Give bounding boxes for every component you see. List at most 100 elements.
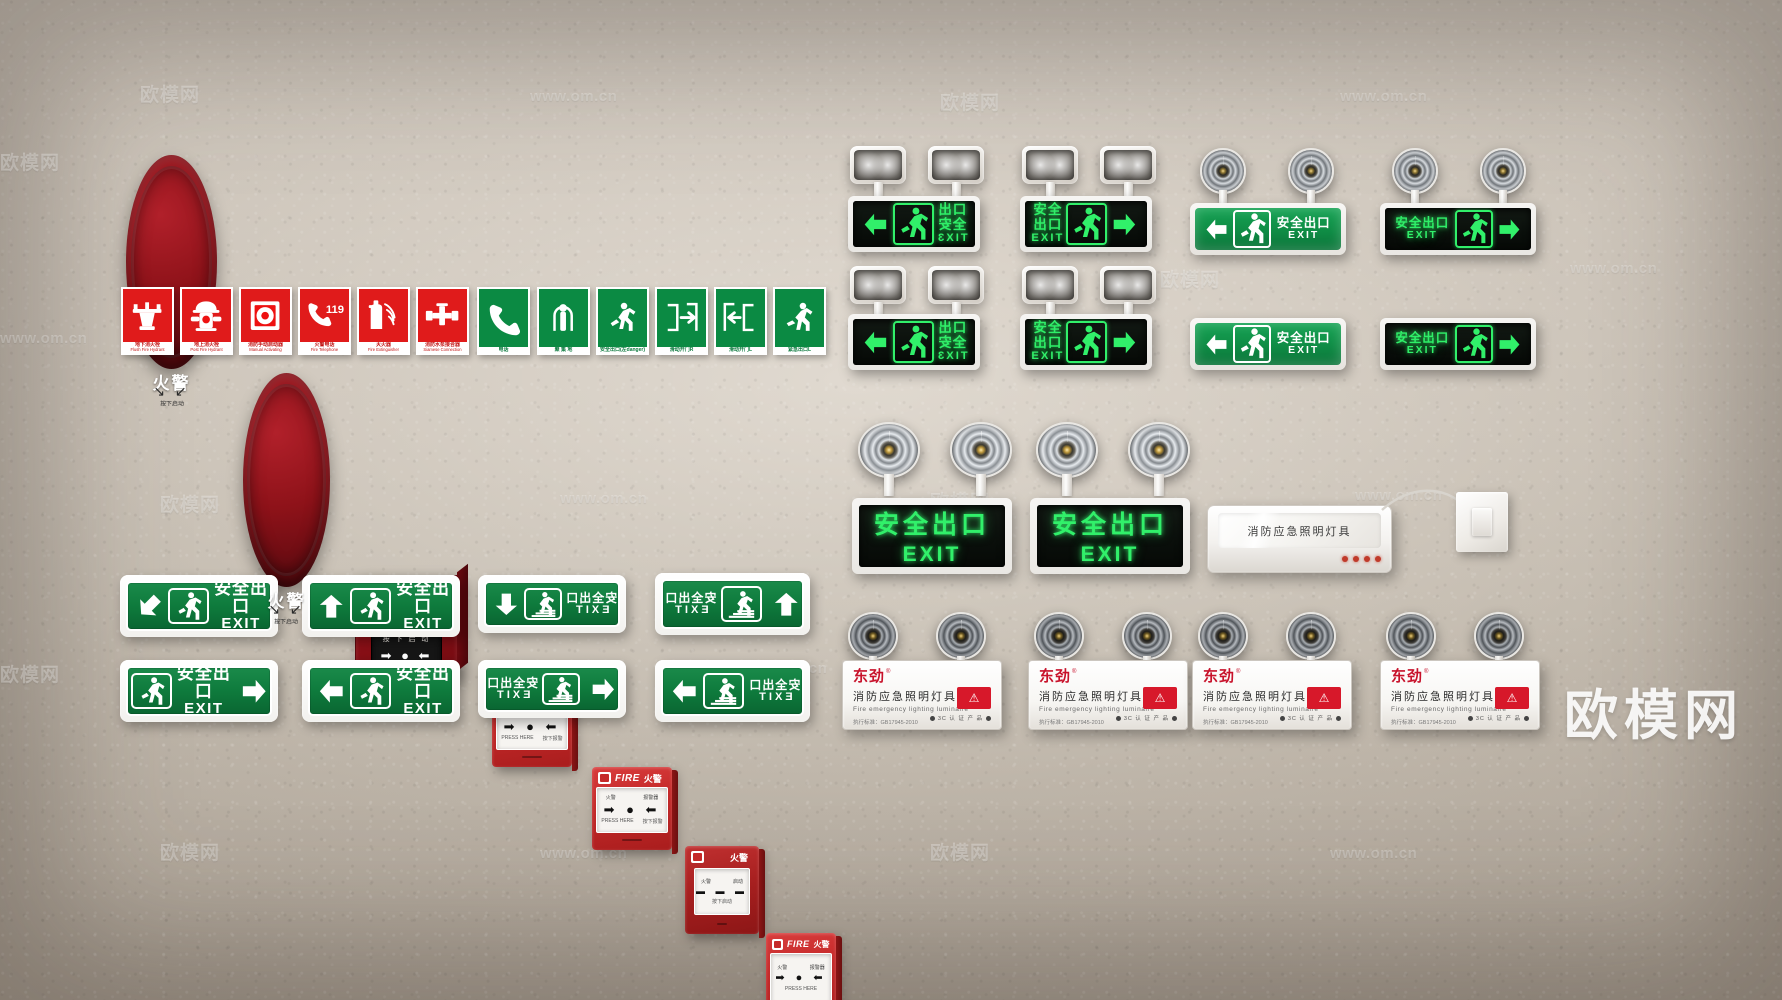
combo-exit-lamp-1[interactable]: 口出全安 TIX3 [848,196,980,252]
combo-exit-lamp-3[interactable]: 安全出口 EXIT [1190,203,1346,255]
mcp-window[interactable]: 火警 报警器 ➡ ● ⬅ PRESS HERE [770,952,832,1000]
spotlight-head[interactable] [1128,422,1190,478]
brand-fixture-1[interactable]: 东劲 ® 消防应急照明灯具 Fire emergency lighting lumin… [842,660,1002,730]
combo-exit-lamp-4[interactable]: 安全出口 EXIT [1380,203,1536,255]
arrow-icon [864,331,887,353]
exit-box-lamp-1[interactable]: 安全出口 EXIT [852,498,1012,574]
exit-runner-box [892,203,935,245]
spotlight-head[interactable] [936,612,986,660]
spotlight-head[interactable] [858,422,920,478]
running-man-icon [1074,207,1102,240]
exit-text: 安全出口 EXIT [175,668,233,716]
manual-call-point-2[interactable]: FIRE 火警 火警 报警器 ➡ ● ⬅ PRESS HERE 按下报警 [592,766,678,854]
exit-runner-box [892,321,935,363]
exit-plate-up-mirrored[interactable]: 安全出口 EXIT [478,575,626,633]
sign-emergency-exit[interactable]: 紧急出口L [773,287,826,355]
exit-screen: 安全出口 EXIT [1025,201,1147,247]
exit-screen: 安全出口 EXIT [1195,323,1341,365]
exit-text-zh: 安全出口 [748,677,801,692]
spotlight-head[interactable] [1288,148,1334,194]
arrow-icon [1113,331,1136,353]
sign-telephone[interactable]: 电话 [477,287,530,355]
switch-rocker[interactable] [1472,508,1492,536]
spotlight-head[interactable] [950,422,1012,478]
sign-caption: 地下消火栓 Flush Fire Hydrant [123,342,172,353]
exit-plate-right-mirrored[interactable]: 安全出口 EXIT [478,660,626,718]
manual-call-point-3[interactable]: 火警 火警 启动 ▬ ▬ ▬ 按下启动 [685,845,765,938]
lamp-neck [1411,190,1419,204]
spotlight-head[interactable] [1386,612,1436,660]
wide-emergency-lighting-fixture[interactable]: 消防应急照明灯具 [1207,505,1392,573]
sign-assembly-point[interactable]: 聚 集 地 [537,287,590,355]
sign-siamese-connection[interactable]: 消防水泵接合器 Siamese Connection [416,287,469,355]
brand-registered-mark: ® [1236,669,1241,675]
combo-exit-lamp-7[interactable]: 安全出口 EXIT [1190,318,1346,370]
exit-box-lamp-2[interactable]: 安全出口 EXIT [1030,498,1190,574]
spotlight-head[interactable] [1034,612,1084,660]
exit-plate-up-left[interactable]: 安全出口 EXIT [120,575,278,637]
spotlight-head[interactable] [1392,148,1438,194]
fixture-label: 消防应急照明灯具 [1247,525,1352,538]
mcp-title-en: FIRE [615,772,640,784]
combo-exit-lamp-2[interactable]: 安全出口 EXIT [1020,196,1152,252]
sign-sliding-door-left[interactable]: 滑动开门L [714,287,767,355]
floodlight-head[interactable] [1022,146,1078,184]
mcp-window[interactable]: 火警 启动 ▬ ▬ ▬ 按下启动 [694,867,750,915]
floodlight-head[interactable] [1100,266,1156,304]
manual-call-point-4[interactable]: FIRE 火警 火警 报警器 ➡ ● ⬅ PRESS HERE [766,932,842,1000]
exit-screen: 安全出口 EXIT [1385,208,1531,250]
exit-plate-left-mirrored[interactable]: 安全出口 EXIT [655,660,810,722]
combo-exit-lamp-6[interactable]: 安全出口 EXIT [1020,314,1152,370]
mcp-window-top-row: 火警 启动 [695,878,749,885]
exit-text-en: EXIT [1288,230,1320,242]
spotlight-head[interactable] [1286,612,1336,660]
brand-fixture-3[interactable]: 东劲 ® 消防应急照明灯具 Fire emergency lighting lumin… [1192,660,1352,730]
exit-plate-left[interactable]: 安全出口 EXIT [302,660,460,722]
sign-fire-telephone[interactable]: 119 火警电话 Fire Telephone [298,287,351,355]
bell-sub-label: 按下启动 [159,401,184,408]
exit-text: 安全出口 EXIT [565,591,618,616]
sign-manual-activating[interactable]: 消防手动启动器 Manual Activating [239,287,292,355]
spotlight-head[interactable] [848,612,898,660]
exit-runner-box [131,673,172,709]
exit-text-zh: 安全出口 [214,581,269,617]
brand-fixture-4[interactable]: 东劲 ® 消防应急照明灯具 Fire emergency lighting lumin… [1380,660,1540,730]
spotlight-head[interactable] [1480,148,1526,194]
brand-fixture-2[interactable]: 东劲 ® 消防应急照明灯具 Fire emergency lighting lumin… [1028,660,1188,730]
floodlight-head[interactable] [850,266,906,304]
mcp-window-bottom-row: 按下启动 [712,898,732,905]
floodlight-head[interactable] [928,146,984,184]
floodlight-head[interactable] [928,266,984,304]
sign-flush-fire-hydrant[interactable]: 地下消火栓 Flush Fire Hydrant [121,287,174,355]
exit-plate-face: 安全出口 EXIT [126,666,272,716]
sign-post-fire-hydrant[interactable]: 地上消火栓 Post Fire Hydrant [180,287,233,355]
combo-exit-lamp-8[interactable]: 安全出口 EXIT [1380,318,1536,370]
arrow-icon [774,592,798,616]
mcp-arrows: ➡ ● ⬅ [775,972,827,985]
fire-alarm-bell-right[interactable]: 火警 ↘ ↙ 按下启动 [243,372,330,626]
wall-switch-plate[interactable] [1456,492,1508,552]
spotlight-head[interactable] [1036,422,1098,478]
running-man-icon [1240,213,1266,244]
floodlight-head[interactable] [1100,146,1156,184]
mcp-window[interactable]: 火警 报警器 ➡ ● ⬅ PRESS HERE 按下报警 [596,786,668,833]
spotlight-head[interactable] [1122,612,1172,660]
combo-exit-lamp-5[interactable]: 口出全安 TIX3 [848,314,980,370]
floodlight-head[interactable] [850,146,906,184]
spotlight-head[interactable] [1198,612,1248,660]
sign-emergency-exit-left[interactable]: 安全出口(左danger) [596,287,649,355]
exit-plate-down-mirrored[interactable]: 安全出口 EXIT [655,573,810,635]
exit-runner-box [703,673,745,709]
exit-text-en: EXIT [184,699,224,716]
spotlight-head[interactable] [1200,148,1246,194]
floodlight-head[interactable] [1022,266,1078,304]
spotlight-head[interactable] [1474,612,1524,660]
exit-arrow [862,329,889,356]
sign-fire-extinguisher[interactable]: 灭火器 Fire Extinguisher [357,287,410,355]
exit-plate-face: 安全出口 EXIT [308,581,454,631]
brand-row: 东劲 ® [853,669,991,684]
sign-sliding-door-right[interactable]: 滑动开门R [655,287,708,355]
exit-text-zh: 安全出口 [396,666,451,702]
exit-plate-right[interactable]: 安全出口 EXIT [120,660,278,722]
exit-plate-down[interactable]: 安全出口 EXIT [302,575,460,637]
